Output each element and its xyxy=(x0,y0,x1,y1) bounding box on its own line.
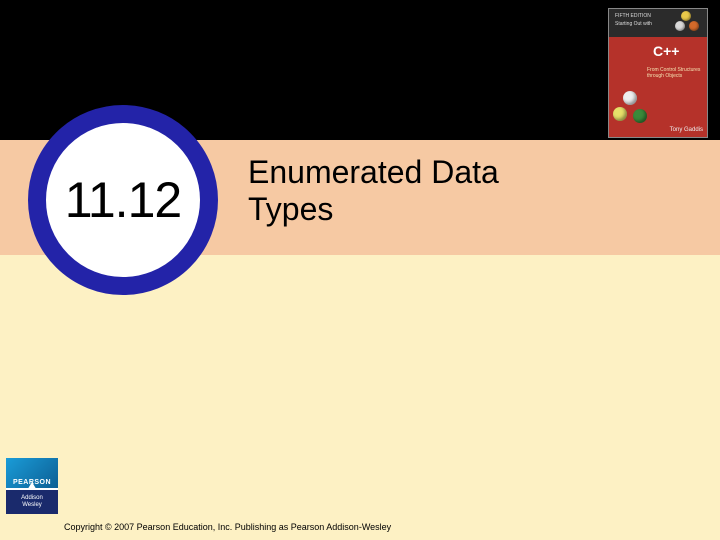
imprint-line2: Wesley xyxy=(22,502,42,509)
book-language-label: C++ xyxy=(653,43,679,59)
imprint-label: Addison Wesley xyxy=(6,490,58,514)
slide-title-line1: Enumerated Data xyxy=(248,154,499,190)
slide-title-line2: Types xyxy=(248,191,333,227)
section-number-circle: 11.12 xyxy=(28,105,218,295)
pearson-logo: PEARSON Addison Wesley xyxy=(6,458,58,514)
book-subtitle-label: From Control Structures through Objects xyxy=(647,67,707,79)
imprint-line1: Addison xyxy=(21,495,43,502)
book-author-label: Tony Gaddis xyxy=(670,127,703,133)
bottom-cream-band xyxy=(0,255,720,540)
copyright-text: Copyright © 2007 Pearson Education, Inc.… xyxy=(64,522,391,532)
book-edition-label: FIFTH EDITION xyxy=(615,13,651,19)
book-cover-thumbnail: FIFTH EDITION Starting Out with C++ From… xyxy=(608,8,708,138)
book-series-label: Starting Out with xyxy=(615,21,652,27)
slide-title: Enumerated Data Types xyxy=(248,154,499,228)
pool-balls-top-icon xyxy=(675,11,705,33)
pool-balls-bottom-icon xyxy=(613,91,653,125)
section-number: 11.12 xyxy=(65,171,181,229)
